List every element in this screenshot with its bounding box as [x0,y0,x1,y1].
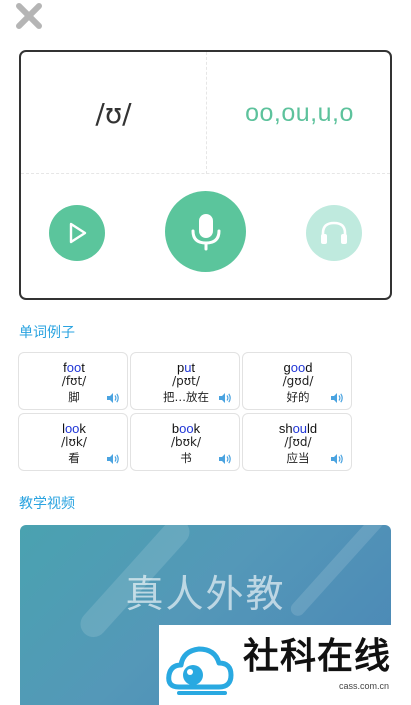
word-card[interactable]: good/gʊd/好的 [242,352,352,410]
word-phonetic: /ʃʊd/ [284,435,312,449]
word-examples-title: 单词例子 [19,325,75,341]
word-prefix: g [283,360,291,375]
word-suffix: d [305,360,313,375]
word-phonetic: /pʊt/ [172,374,200,388]
word-highlight: oo [66,360,82,375]
word-highlight: ou [292,421,308,436]
word-suffix: ld [307,421,318,436]
word-spelling: foot [19,361,129,374]
word-prefix: sh [278,421,293,436]
headphones-icon [321,221,347,244]
play-button[interactable] [49,205,105,261]
word-card[interactable]: book/bʊk/书 [130,413,240,471]
play-icon [69,222,87,244]
listen-playback-button[interactable] [306,205,362,261]
watermark-domain: cass.com.cn [338,681,389,691]
word-examples-grid: foot/fʊt/脚 put/pʊt/把…放在 good/gʊd/好的 look/lʊ… [18,352,354,472]
word-card[interactable]: look/lʊk/看 [18,413,128,471]
microphone-icon [191,213,220,250]
word-highlight: oo [290,360,306,375]
word-suffix: k [79,421,86,436]
speaker-icon[interactable] [106,389,120,403]
word-spelling: good [243,361,353,374]
word-card[interactable]: should/ʃʊd/应当 [242,413,352,471]
video-title: 真人外教 [125,572,286,616]
word-phonetic: /lʊk/ [61,435,87,449]
word-suffix: t [81,360,85,375]
watermark-name: 社科在线 [243,636,392,677]
speaker-icon[interactable] [330,389,344,403]
speaker-icon[interactable] [218,450,232,464]
word-phonetic: /gʊd/ [282,374,314,388]
word-phonetic: /bʊk/ [170,435,202,449]
word-highlight: oo [179,421,194,436]
word-spelling: put [131,361,241,374]
watermark-logo [166,646,234,695]
word-suffix: k [193,421,201,436]
word-suffix: t [191,360,196,375]
close-icon [16,3,42,29]
close-button[interactable] [14,2,44,30]
phoneme-card: /ʊ/ oo,ou,u,o [19,50,392,300]
word-card[interactable]: foot/fʊt/脚 [18,352,128,410]
phonetic-symbol: /ʊ/ [95,96,132,130]
phoneme-spellings: oo,ou,u,o [245,98,354,127]
record-button[interactable] [165,191,246,272]
speaker-icon[interactable] [330,450,344,464]
word-spelling: look [19,422,129,435]
word-highlight: oo [64,421,80,436]
speaker-icon[interactable] [106,450,120,464]
watermark: 社科在线 cass.com.cn [159,625,400,705]
word-card[interactable]: put/pʊt/把…放在 [130,352,240,410]
teaching-video-title: 教学视频 [19,496,75,512]
word-spelling: book [131,422,241,435]
word-phonetic: /fʊt/ [61,374,87,388]
word-spelling: should [243,422,353,435]
speaker-icon[interactable] [218,389,232,403]
